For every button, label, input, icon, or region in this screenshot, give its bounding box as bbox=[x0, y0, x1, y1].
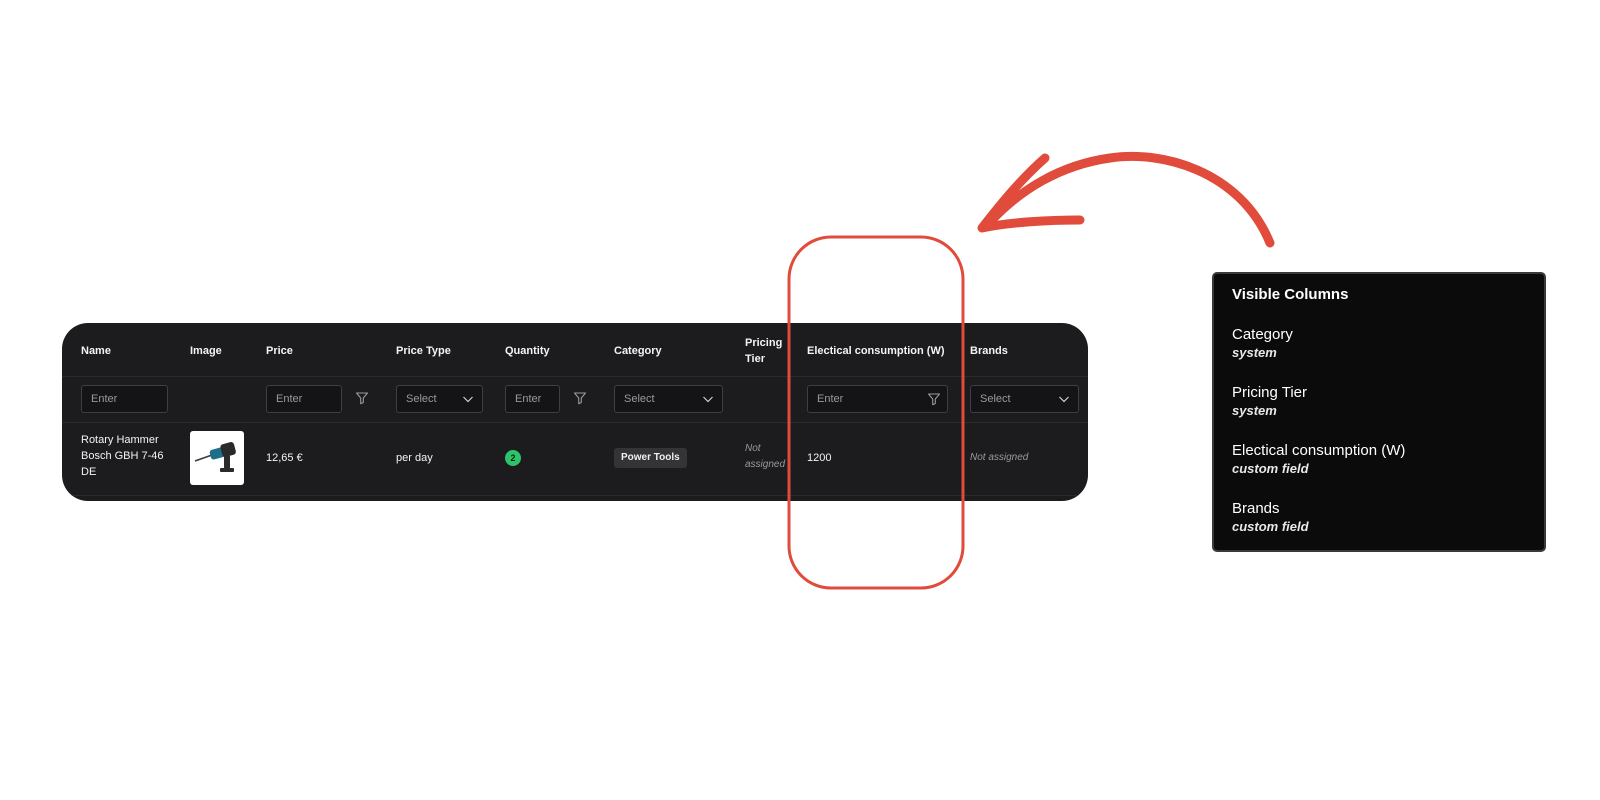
column-option-electrical-consumption[interactable]: Electical consumption (W) custom field bbox=[1232, 442, 1405, 478]
column-option-type: custom field bbox=[1232, 519, 1309, 534]
column-option-type: system bbox=[1232, 403, 1277, 418]
column-option-name: Pricing Tier bbox=[1232, 384, 1308, 401]
visible-columns-panel: Visible Columns Category system Pricing … bbox=[1212, 272, 1546, 552]
column-option-brands[interactable]: Brands custom field bbox=[1232, 500, 1309, 536]
panel-title: Visible Columns bbox=[1232, 286, 1349, 303]
column-option-category[interactable]: Category system bbox=[1232, 326, 1293, 362]
column-option-type: custom field bbox=[1232, 461, 1309, 476]
column-option-pricing-tier[interactable]: Pricing Tier system bbox=[1232, 384, 1307, 420]
column-highlight-outline bbox=[787, 235, 965, 590]
column-option-name: Electical consumption (W) bbox=[1232, 442, 1406, 459]
column-option-type: system bbox=[1232, 345, 1277, 360]
column-option-name: Brands bbox=[1232, 500, 1280, 517]
column-option-name: Category bbox=[1232, 326, 1293, 343]
